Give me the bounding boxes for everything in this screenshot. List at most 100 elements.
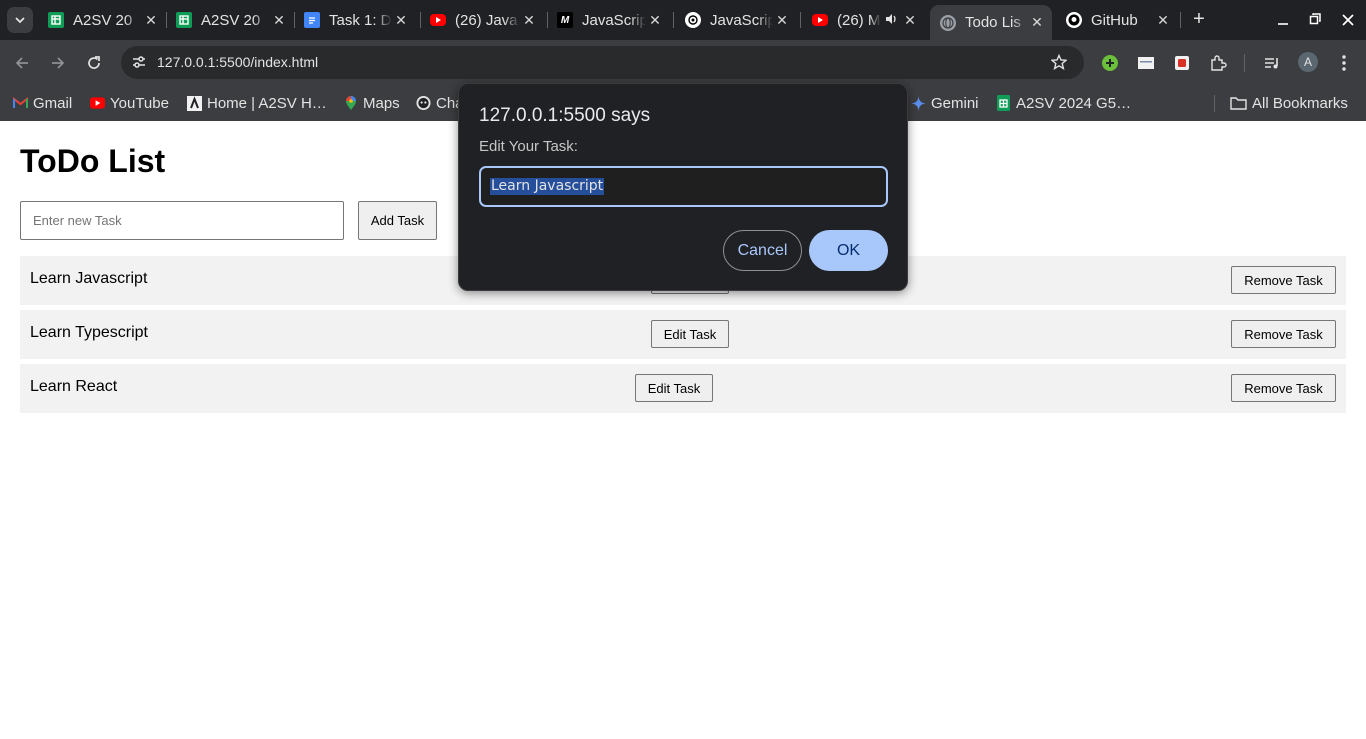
folder-icon — [1230, 96, 1247, 111]
back-arrow-icon[interactable] — [11, 52, 33, 74]
extension-card-icon[interactable] — [1136, 53, 1156, 73]
tab-title: A2SV 20 — [73, 11, 133, 29]
bookmark-youtube[interactable]: YouTube — [90, 92, 169, 114]
bookmark-label: A2SV 2024 G5… — [1016, 94, 1132, 112]
forward-arrow-icon[interactable] — [47, 52, 69, 74]
tab-title: A2SV 20 — [201, 11, 261, 29]
reload-icon[interactable] — [83, 52, 105, 74]
tab-divider — [673, 12, 674, 28]
chat-bot-icon — [416, 95, 431, 111]
edit-task-button[interactable]: Edit Task — [651, 320, 729, 348]
extension-record-icon[interactable] — [1172, 53, 1192, 73]
media-controls-icon[interactable] — [1262, 53, 1282, 73]
close-tab-icon[interactable]: ✕ — [1028, 14, 1046, 31]
site-info-tune-icon[interactable] — [130, 53, 148, 71]
bookmark-label: YouTube — [110, 94, 169, 112]
tab-divider — [166, 12, 167, 28]
bookmarks-divider — [1214, 95, 1215, 112]
globe-icon — [940, 14, 956, 31]
close-tab-icon[interactable]: ✕ — [901, 12, 919, 29]
remove-task-button[interactable]: Remove Task — [1231, 374, 1336, 402]
tab-divider — [800, 12, 801, 28]
bookmark-label: All Bookmarks — [1252, 94, 1348, 112]
new-task-input[interactable] — [20, 201, 344, 240]
browser-tab[interactable]: Task 1: D ✕ — [304, 0, 410, 40]
minimize-window-icon[interactable] — [1273, 9, 1293, 31]
close-tab-icon[interactable]: ✕ — [1154, 12, 1172, 29]
browser-tab[interactable]: JavaScrip ✕ — [685, 0, 791, 40]
close-tab-icon[interactable]: ✕ — [773, 12, 791, 29]
tab-divider — [547, 12, 548, 28]
bookmark-maps[interactable]: Maps — [343, 92, 400, 114]
task-row: Learn React Edit Task Remove Task — [20, 364, 1346, 413]
browser-tab[interactable]: A2SV 20 ✕ — [176, 0, 288, 40]
close-tab-icon[interactable]: ✕ — [392, 12, 410, 29]
speaker-audio-icon[interactable] — [881, 12, 901, 29]
close-tab-icon[interactable]: ✕ — [270, 12, 288, 29]
tab-title: (26) M — [837, 11, 881, 29]
restore-window-icon[interactable] — [1305, 9, 1325, 31]
medium-icon: M — [557, 12, 573, 28]
dialog-input-value: Learn Javascript — [490, 178, 605, 195]
google-sheets-icon — [176, 12, 192, 28]
youtube-icon — [90, 96, 105, 111]
browser-tab[interactable]: (26) M ✕ — [812, 0, 918, 40]
youtube-icon — [430, 14, 446, 26]
google-docs-icon — [304, 12, 320, 28]
bookmark-a2sv-sheet[interactable]: A2SV 2024 G5… — [996, 92, 1131, 114]
bookmark-gemini[interactable]: Gemini — [911, 92, 979, 114]
google-sheets-icon — [996, 95, 1011, 111]
github-icon — [1066, 12, 1082, 28]
bookmark-gmail[interactable]: Gmail — [13, 92, 72, 114]
browser-tab[interactable]: (26) Java ✕ — [430, 0, 538, 40]
browser-tab[interactable]: GitHub ✕ — [1066, 0, 1172, 40]
bookmark-label: Maps — [363, 94, 400, 112]
youtube-icon — [812, 14, 828, 26]
close-tab-icon[interactable]: ✕ — [646, 12, 664, 29]
extension-plus-icon[interactable] — [1100, 53, 1120, 73]
dialog-message: Edit Your Task: — [479, 138, 578, 155]
browser-tab[interactable]: M JavaScrip ✕ — [557, 0, 664, 40]
tab-title: Task 1: D — [329, 11, 392, 29]
bookmark-chat[interactable]: Cha — [416, 92, 464, 114]
dialog-text-input[interactable]: Learn Javascript — [479, 166, 888, 207]
url-text: 127.0.0.1:5500/index.html — [157, 54, 319, 70]
tab-divider — [420, 12, 421, 28]
maps-pin-icon — [343, 96, 358, 111]
task-row: Learn Typescript Edit Task Remove Task — [20, 310, 1346, 359]
gemini-sparkle-icon — [911, 95, 926, 111]
extensions-puzzle-icon[interactable] — [1208, 53, 1228, 73]
page-title: ToDo List — [20, 143, 166, 179]
tab-title: (26) Java — [455, 11, 518, 29]
prompt-dialog: 127.0.0.1:5500 says Edit Your Task: Lear… — [458, 83, 908, 291]
task-text: Learn Typescript — [30, 324, 148, 341]
remove-task-button[interactable]: Remove Task — [1231, 320, 1336, 348]
ok-button[interactable]: OK — [809, 230, 888, 271]
add-task-button[interactable]: Add Task — [358, 201, 437, 240]
chevron-down-icon — [15, 17, 25, 24]
browser-tab-active[interactable]: Todo Lis ✕ — [930, 5, 1052, 40]
remove-task-button[interactable]: Remove Task — [1231, 266, 1336, 294]
task-text: Learn React — [30, 378, 118, 395]
close-tab-icon[interactable]: ✕ — [142, 12, 160, 29]
bookmark-label: Home | A2SV H… — [207, 94, 327, 112]
bookmark-star-icon[interactable] — [1050, 53, 1068, 71]
tab-divider — [1180, 12, 1181, 28]
toolbar-divider — [1244, 54, 1245, 72]
all-bookmarks-button[interactable]: All Bookmarks — [1230, 92, 1348, 114]
address-bar[interactable]: 127.0.0.1:5500/index.html — [121, 46, 1084, 79]
edit-task-button[interactable]: Edit Task — [635, 374, 713, 402]
profile-avatar[interactable]: A — [1298, 52, 1318, 72]
new-tab-plus-icon[interactable]: + — [1189, 9, 1209, 31]
kebab-menu-icon[interactable] — [1334, 53, 1354, 73]
close-tab-icon[interactable]: ✕ — [520, 12, 538, 29]
browser-tab[interactable]: A2SV 20 ✕ — [48, 0, 160, 40]
tab-title: GitHub — [1091, 11, 1138, 29]
tab-search-button[interactable] — [7, 7, 33, 33]
cancel-button[interactable]: Cancel — [723, 230, 802, 271]
task-text: Learn Javascript — [30, 270, 148, 287]
close-window-icon[interactable] — [1338, 9, 1358, 31]
a2sv-icon — [187, 95, 202, 111]
chatgpt-icon — [685, 12, 701, 28]
bookmark-a2sv-home[interactable]: Home | A2SV H… — [187, 92, 327, 114]
